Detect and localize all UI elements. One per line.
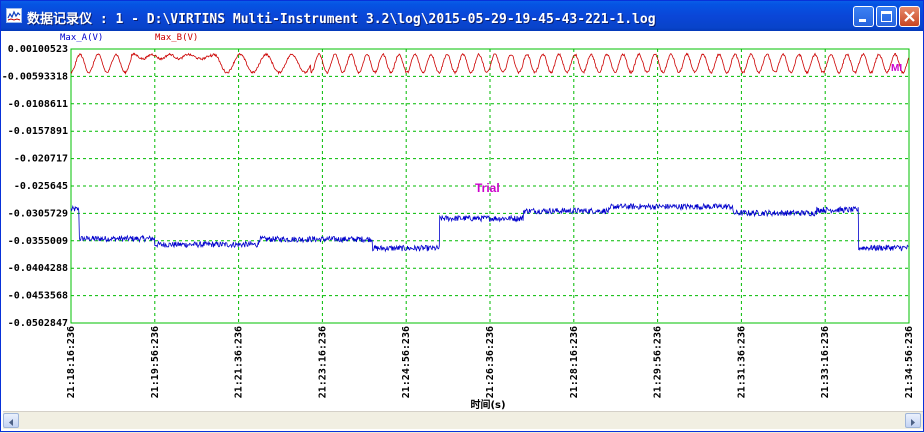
x-tick-label: 21:31:36:236	[736, 326, 747, 398]
y-axis-ticks: 0.00100523 -0.00593318 -0.0108611 -0.015789…	[3, 44, 68, 329]
x-tick-label: 21:21:36:236	[234, 326, 245, 398]
close-icon	[904, 11, 915, 22]
y-tick-label: -0.0404288	[8, 263, 68, 274]
x-tick-label: 21:34:56:236	[904, 326, 915, 398]
x-tick-label: 21:28:16:236	[569, 326, 580, 398]
x-axis-label: 时间(s)	[470, 398, 505, 411]
legend-entry-max-b: Max_B(V)	[155, 33, 198, 43]
y-tick-label: -0.020717	[14, 154, 68, 165]
y-tick-label: 0.00100523	[8, 44, 68, 55]
data-logger-app-icon	[6, 8, 22, 23]
y-tick-label: -0.0305729	[8, 208, 68, 219]
chart-annotation-trial: Trial	[475, 181, 500, 195]
data-logger-chart[interactable]: 0.00100523 -0.00593318 -0.0108611 -0.015789…	[3, 31, 923, 411]
minimize-button[interactable]	[853, 6, 874, 27]
close-button[interactable]	[899, 6, 920, 27]
data-logger-window: 数据记录仪 : 1 - D:\VIRTINS Multi-Instrument …	[0, 0, 924, 432]
x-tick-label: 21:33:16:236	[820, 326, 831, 398]
legend-entry-max-a: Max_A(V)	[60, 33, 103, 43]
y-tick-label: -0.0453568	[8, 291, 68, 302]
series-line-max-a	[70, 202, 909, 253]
x-tick-label: 21:29:56:236	[653, 326, 664, 398]
y-tick-label: -0.00593318	[3, 71, 68, 82]
x-tick-label: 21:18:16:236	[66, 326, 77, 398]
y-tick-label: -0.025645	[14, 181, 68, 192]
y-tick-label: -0.0108611	[8, 99, 68, 110]
y-tick-label: -0.0355009	[8, 236, 68, 247]
scroll-right-button[interactable]	[905, 413, 921, 428]
chart-legend: Max_A(V) Max_B(V)	[60, 33, 198, 43]
arrow-right-icon	[911, 419, 915, 426]
y-tick-label: -0.0157891	[8, 126, 68, 137]
x-tick-label: 21:19:56:236	[150, 326, 161, 398]
maximize-icon	[881, 11, 892, 22]
x-axis-ticks: 21:18:16:236 21:19:56:236 21:21:36:236 21:2…	[66, 326, 915, 398]
minimize-icon	[859, 19, 866, 22]
title-bar[interactable]: 数据记录仪 : 1 - D:\VIRTINS Multi-Instrument …	[1, 1, 923, 31]
x-tick-label: 21:26:36:236	[485, 326, 496, 398]
x-tick-label: 21:23:16:236	[317, 326, 328, 398]
arrow-left-icon	[9, 419, 13, 426]
x-tick-label: 21:24:56:236	[401, 326, 412, 398]
y-tick-label: -0.0502847	[8, 318, 68, 329]
chart-corner-label: MI	[891, 63, 902, 74]
maximize-button[interactable]	[876, 6, 897, 27]
horizontal-scrollbar[interactable]	[3, 411, 923, 429]
scroll-left-button[interactable]	[3, 413, 19, 428]
window-title: 数据记录仪 : 1 - D:\VIRTINS Multi-Instrument …	[27, 12, 656, 27]
